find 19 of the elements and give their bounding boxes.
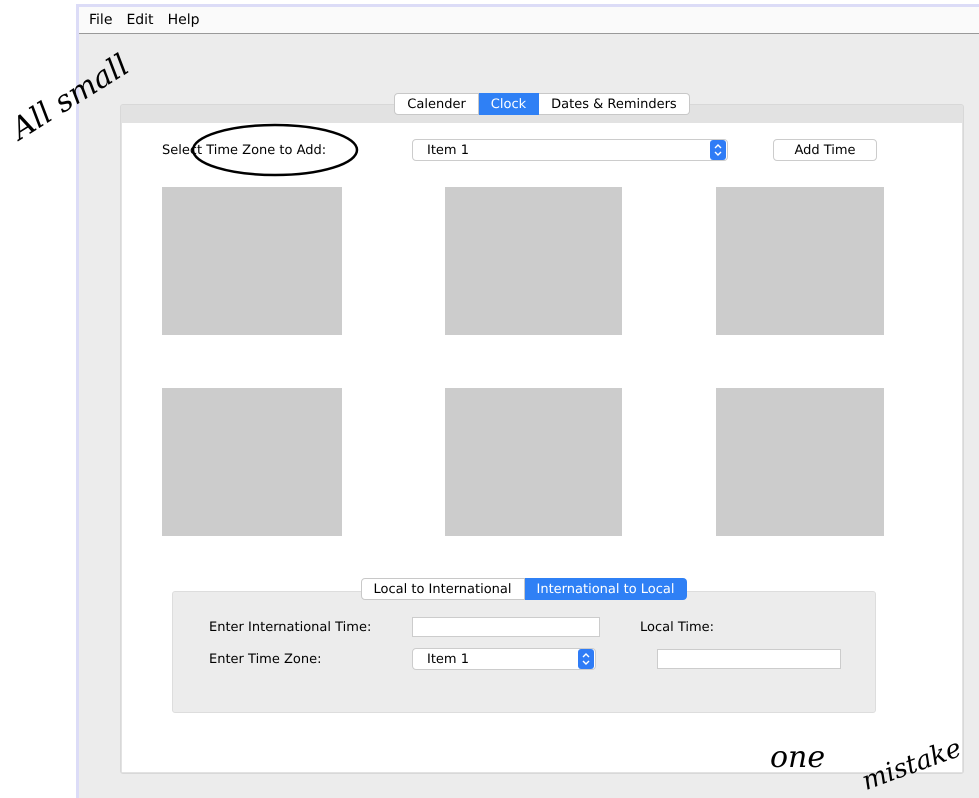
time-zone-dropdown[interactable]: Item 1 — [412, 139, 728, 161]
add-time-button[interactable]: Add Time — [773, 139, 877, 161]
tab[interactable]: Clock — [478, 93, 540, 115]
field-label: Enter International Time: — [209, 620, 372, 634]
chevrons-icon — [578, 649, 594, 669]
tab[interactable]: Calender — [394, 93, 479, 115]
menu-item[interactable]: File — [89, 12, 112, 28]
input-field[interactable] — [412, 617, 600, 637]
tab[interactable]: Local to International — [360, 578, 524, 600]
menu-item[interactable]: Edit — [126, 12, 154, 28]
time-zone-dropdown[interactable]: Item 1 — [412, 648, 596, 670]
tab[interactable]: International to Local — [524, 578, 688, 600]
field-label: Local Time: — [640, 620, 714, 634]
handwritten-note: one — [770, 740, 826, 775]
output-field[interactable] — [657, 649, 841, 669]
field-label: Enter Time Zone: — [209, 652, 322, 666]
menu-item[interactable]: Help — [168, 12, 200, 28]
tab[interactable]: Dates & Reminders — [539, 93, 690, 115]
chevrons-icon — [710, 140, 726, 160]
